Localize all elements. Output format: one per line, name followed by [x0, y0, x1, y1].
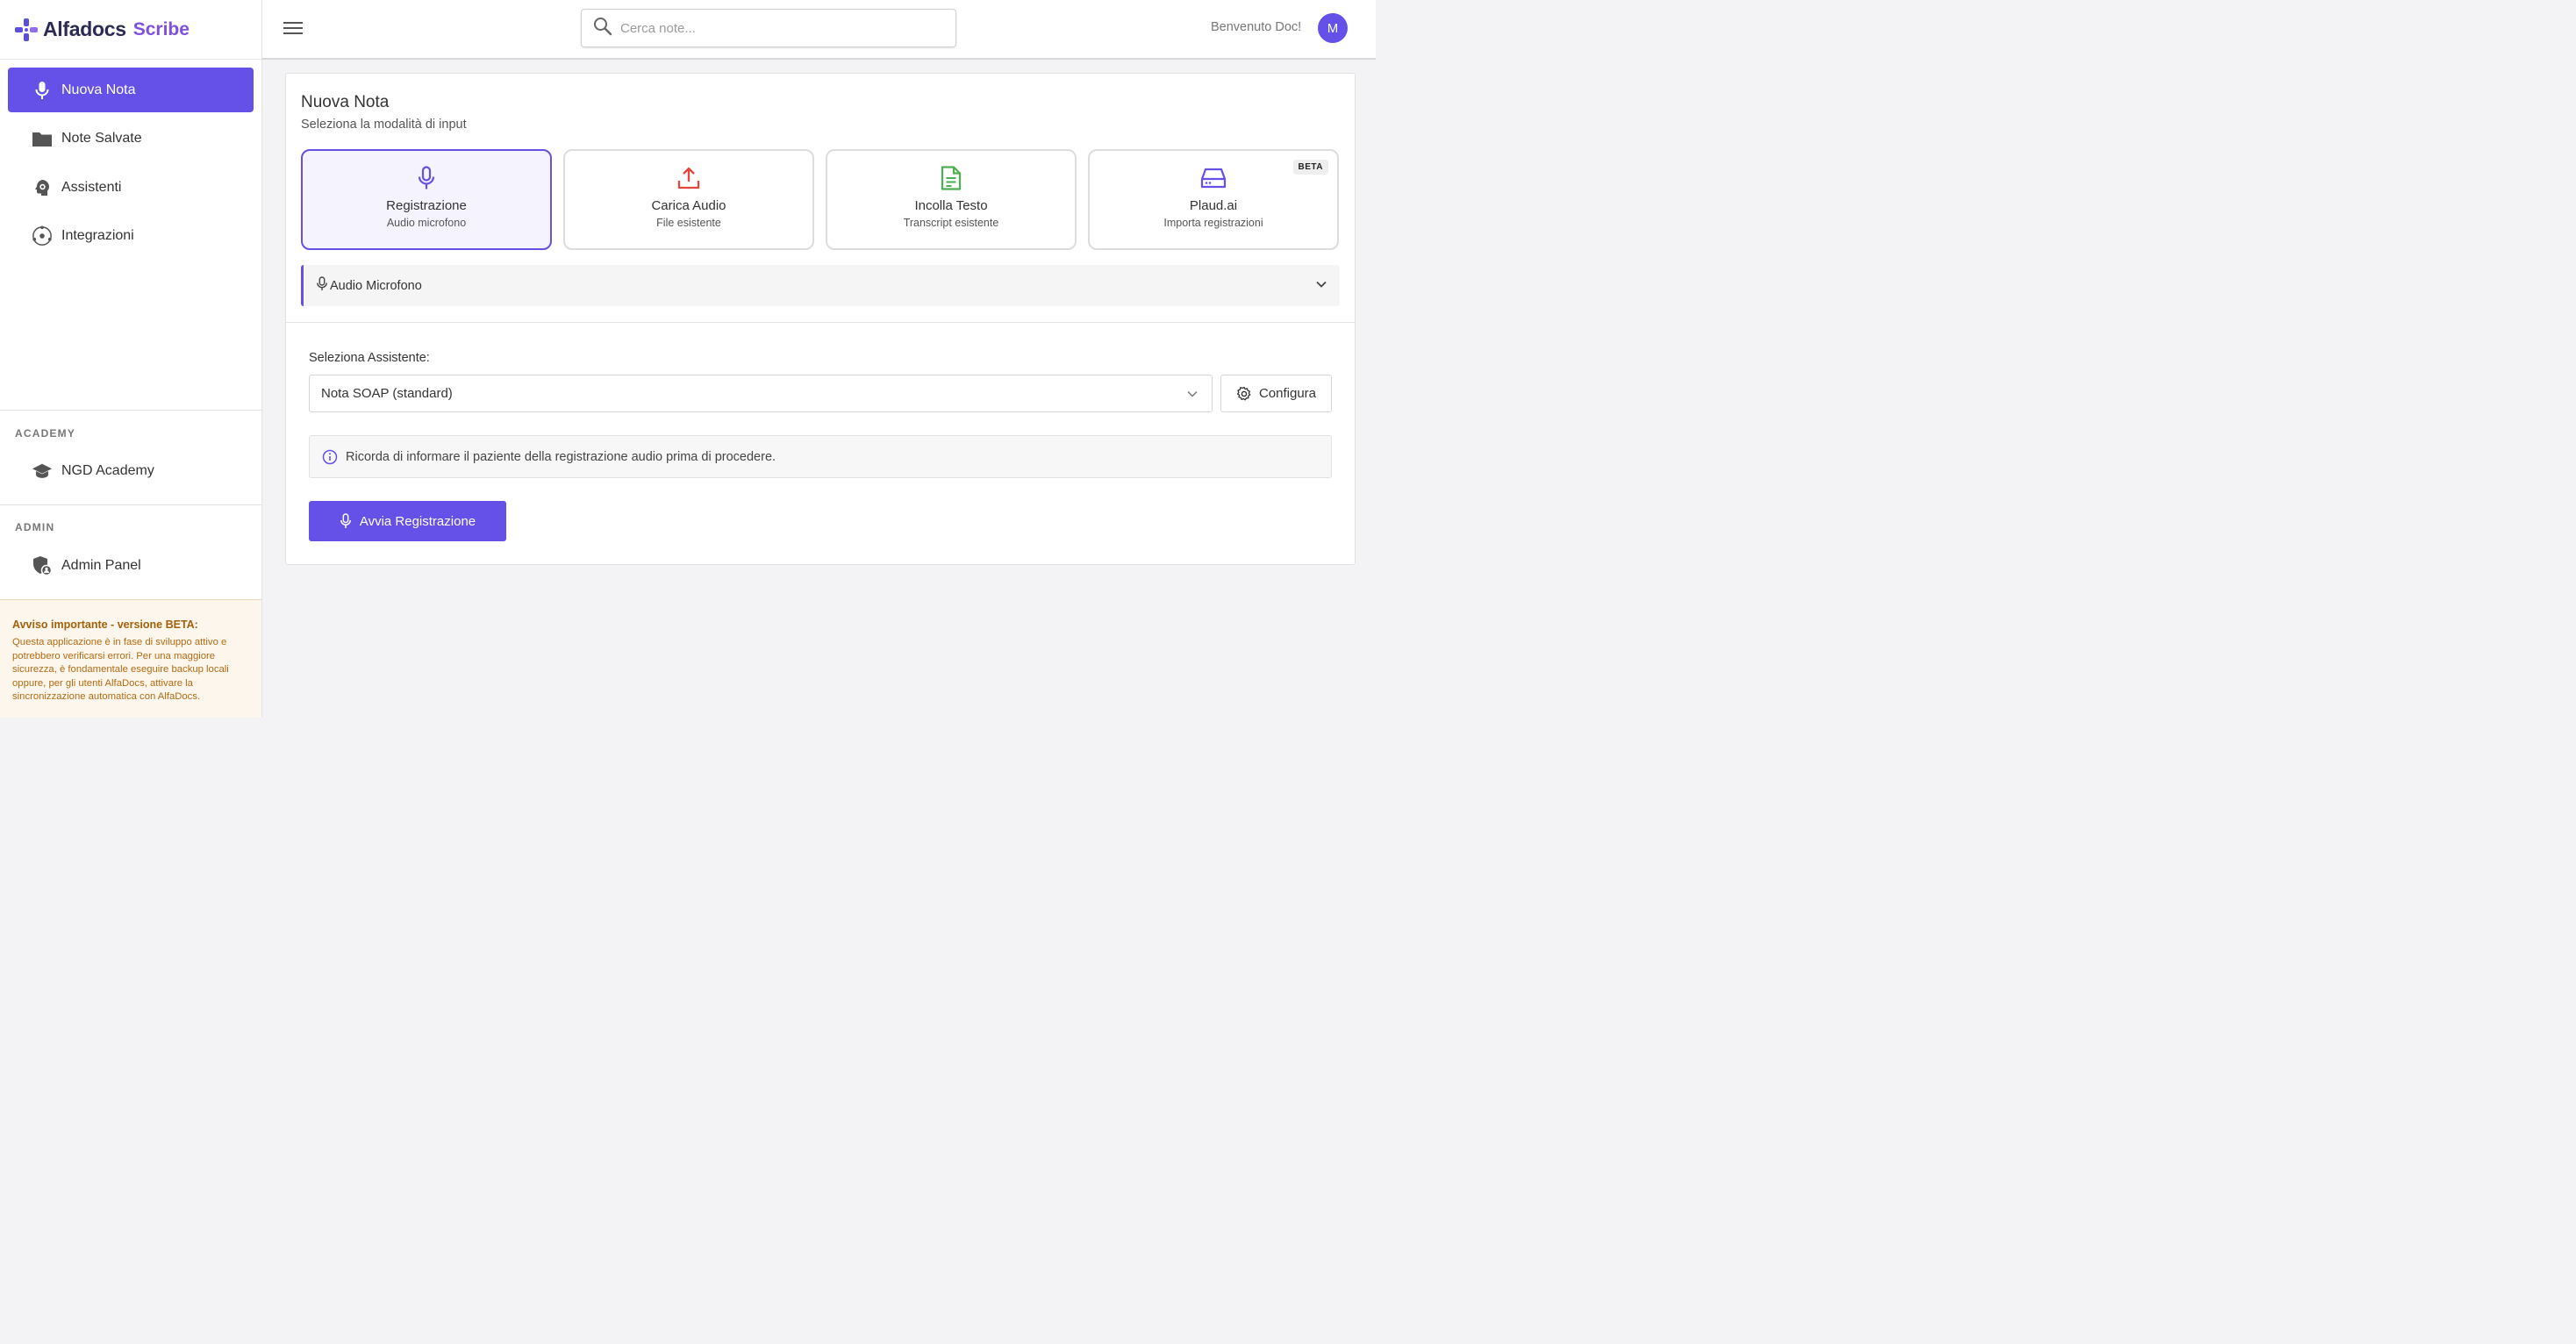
mode-subtitle: Audio microfono	[386, 217, 467, 229]
section-title-admin: ADMIN	[15, 521, 55, 533]
mode-title: Plaud.ai	[1189, 198, 1238, 213]
sidebar-item-label: Integrazioni	[61, 228, 134, 243]
sidebar-item-ngd-academy[interactable]: NGD Academy	[8, 448, 254, 493]
search-icon	[593, 17, 612, 40]
sidebar-item-label: Admin Panel	[61, 557, 141, 573]
document-icon	[938, 165, 964, 191]
drive-icon	[1200, 165, 1227, 191]
assistant-select-value: Nota SOAP (standard)	[321, 386, 453, 401]
new-note-card: Nuova Nota Seleziona la modalità di inpu…	[285, 73, 1356, 565]
info-notice-text: Ricorda di informare il paziente della r…	[346, 449, 776, 464]
search-input[interactable]	[620, 20, 936, 36]
search-box[interactable]	[581, 9, 956, 47]
beta-badge: BETA	[1292, 160, 1328, 175]
sidebar-item-admin-panel[interactable]: Admin Panel	[8, 543, 254, 588]
sidebar-item-nuova-nota[interactable]: Nuova Nota	[8, 68, 254, 112]
assistant-select[interactable]: Nota SOAP (standard)	[309, 375, 1213, 412]
mode-title: Incolla Testo	[914, 198, 988, 213]
page-subtitle: Seleziona la modalità di input	[301, 118, 467, 132]
chevron-down-icon	[1186, 388, 1199, 404]
info-icon	[322, 449, 338, 465]
avatar[interactable]: M	[1318, 13, 1348, 43]
top-header: Benvenuto Doc! M	[262, 0, 1376, 60]
section-title-academy: ACADEMY	[15, 427, 76, 440]
brand-name: Alfadocs	[43, 18, 126, 40]
audio-microphone-accordion[interactable]: Audio Microfono	[301, 265, 1340, 306]
microphone-icon	[413, 165, 440, 191]
hamburger-menu-icon[interactable]	[283, 19, 303, 39]
beta-notice: Avviso importante - versione BETA: Quest…	[0, 599, 261, 718]
page-title: Nuova Nota	[301, 93, 390, 111]
mode-card-incolla-testo[interactable]: Incolla Testo Transcript esistente	[826, 149, 1077, 250]
start-recording-button[interactable]: Avvia Registrazione	[309, 501, 506, 541]
configure-button-label: Configura	[1258, 386, 1317, 401]
sidebar-item-note-salvate[interactable]: Note Salvate	[8, 117, 254, 161]
integration-icon	[32, 225, 53, 247]
mode-title: Registrazione	[386, 198, 467, 213]
assistant-label: Seleziona Assistente:	[309, 351, 430, 365]
assistant-gear-icon	[32, 177, 53, 198]
gear-icon	[1236, 386, 1252, 402]
sidebar-item-label: Nuova Nota	[61, 82, 136, 97]
sidebar-item-integrazioni[interactable]: Integrazioni	[8, 214, 254, 259]
welcome-text: Benvenuto Doc!	[1211, 20, 1302, 34]
info-notice: Ricorda di informare il paziente della r…	[309, 435, 1332, 478]
folder-icon	[32, 128, 53, 149]
mode-subtitle: Transcript esistente	[903, 217, 999, 229]
logo-cross-icon	[15, 18, 38, 41]
chevron-down-icon[interactable]	[1315, 278, 1327, 295]
beta-notice-text: Questa applicazione è in fase di svilupp…	[12, 637, 229, 703]
accordion-label: Audio Microfono	[330, 278, 422, 293]
shield-user-icon	[32, 555, 53, 576]
start-recording-label: Avvia Registrazione	[359, 513, 476, 529]
graduation-cap-icon	[32, 461, 53, 482]
sidebar: Alfadocs Scribe Nuova Nota Note Salvate …	[0, 0, 262, 718]
mode-card-registrazione[interactable]: Registrazione Audio microfono	[301, 149, 552, 250]
mode-card-plaud[interactable]: BETA Plaud.ai Importa registrazioni	[1088, 149, 1339, 250]
sidebar-item-label: Assistenti	[61, 179, 122, 195]
configure-button[interactable]: Configura	[1220, 375, 1332, 412]
logo[interactable]: Alfadocs Scribe	[0, 0, 261, 60]
sidebar-nav: Nuova Nota Note Salvate Assistenti Integ…	[0, 60, 261, 259]
microphone-icon	[340, 513, 352, 529]
beta-notice-title: Avviso importante - versione BETA:	[12, 618, 198, 631]
sidebar-item-label: Note Salvate	[61, 131, 142, 146]
sidebar-item-assistenti[interactable]: Assistenti	[8, 165, 254, 210]
mode-subtitle: File esistente	[656, 217, 721, 229]
mode-title: Carica Audio	[651, 198, 726, 213]
academy-section: ACADEMY NGD Academy	[0, 410, 261, 504]
mode-card-carica-audio[interactable]: Carica Audio File esistente	[563, 149, 814, 250]
divider	[286, 322, 1355, 323]
sidebar-item-label: NGD Academy	[61, 462, 154, 478]
product-name: Scribe	[132, 18, 190, 39]
mode-subtitle: Importa registrazioni	[1163, 217, 1263, 229]
microphone-icon	[316, 275, 328, 296]
admin-section: ADMIN Admin Panel	[0, 504, 261, 599]
upload-icon	[676, 165, 702, 191]
microphone-icon	[32, 80, 53, 101]
